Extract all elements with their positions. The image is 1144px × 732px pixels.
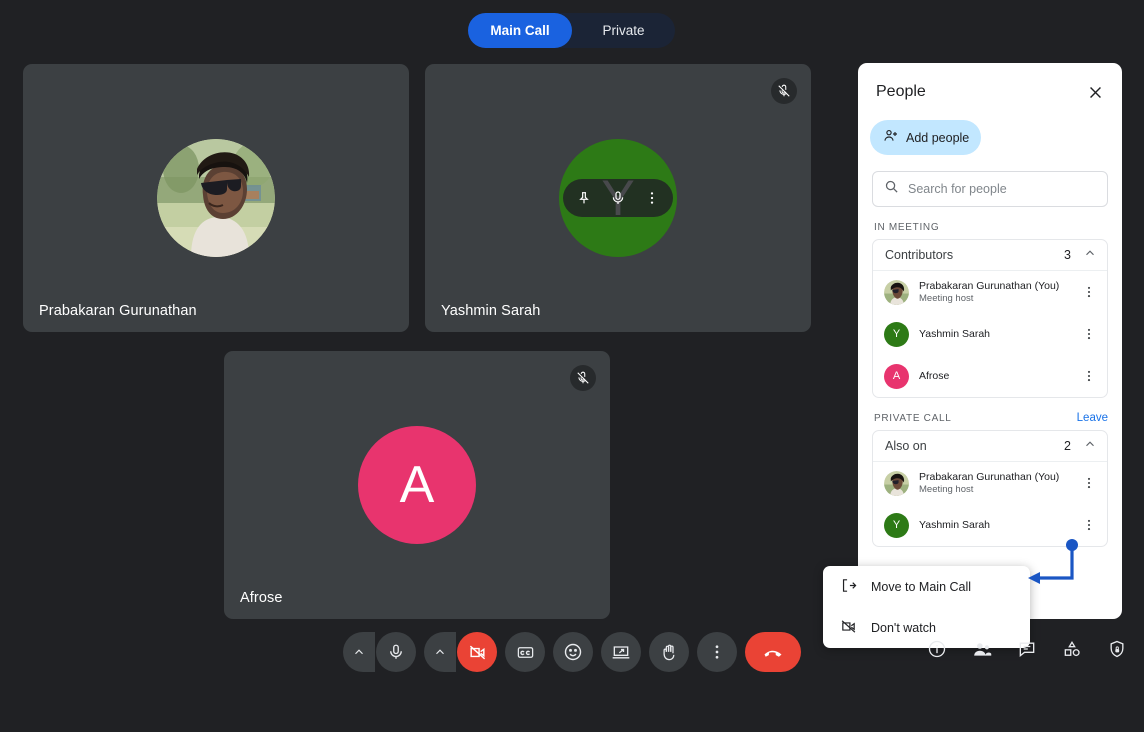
- pin-icon[interactable]: [567, 181, 601, 215]
- more-vert-icon[interactable]: [1079, 471, 1099, 495]
- private-call-header: PRIVATE CALL Leave: [874, 412, 1108, 424]
- add-people-label: Add people: [906, 130, 970, 145]
- avatar-initial: A: [892, 370, 901, 382]
- meeting-screen: Main Call Private Prabakaran Gurunathan …: [0, 0, 1144, 732]
- avatar: Y: [884, 512, 909, 538]
- chevron-up-icon[interactable]: [1083, 246, 1097, 265]
- panel-header: People: [858, 63, 1122, 103]
- chevron-up-icon[interactable]: [1083, 437, 1097, 456]
- person-name: Yashmin Sarah: [919, 519, 991, 531]
- more-vert-icon[interactable]: [1079, 322, 1099, 346]
- list-item[interactable]: Y Yashmin Sarah: [873, 504, 1107, 546]
- microphone-group: [343, 632, 416, 672]
- avatar: [884, 279, 909, 305]
- present-screen-button[interactable]: [601, 632, 641, 672]
- microphone-toggle-button[interactable]: [376, 632, 416, 672]
- list-item-text: Afrose: [919, 370, 1079, 382]
- group-label: Contributors: [885, 248, 954, 262]
- more-vert-icon[interactable]: [1079, 280, 1099, 304]
- group-count: 2: [1064, 439, 1071, 453]
- people-panel: People Add people Search for people IN M…: [858, 63, 1122, 619]
- person-name: Afrose: [919, 370, 950, 382]
- person-name: Yashmin Sarah: [919, 328, 991, 340]
- contributors-group-header[interactable]: Contributors 3: [873, 240, 1107, 271]
- tile-hover-toolbar[interactable]: [563, 179, 673, 217]
- add-people-button[interactable]: Add people: [870, 120, 981, 155]
- in-meeting-label: IN MEETING: [874, 222, 940, 233]
- avatar: [157, 139, 275, 257]
- list-item[interactable]: Prabakaran Gurunathan (You) Meeting host: [873, 271, 1107, 313]
- chat-icon[interactable]: [1014, 636, 1040, 662]
- list-item-text: Prabakaran Gurunathan (You) Meeting host: [919, 471, 1079, 495]
- also-on-group: Also on 2 Prabakaran Gurunathan (You) Me…: [872, 430, 1108, 547]
- video-tile-prabakaran[interactable]: Prabakaran Gurunathan: [23, 64, 409, 332]
- tile-name: Afrose: [240, 590, 283, 606]
- search-input[interactable]: [908, 182, 1096, 196]
- avatar-initial: Y: [892, 328, 901, 340]
- list-item-text: Prabakaran Gurunathan (You) Meeting host: [919, 280, 1079, 304]
- captions-button[interactable]: [505, 632, 545, 672]
- camera-group: [424, 632, 497, 672]
- person-add-icon: [883, 128, 899, 147]
- search-icon: [884, 179, 899, 199]
- avatar: A: [358, 426, 476, 544]
- private-call-label: PRIVATE CALL: [874, 412, 952, 424]
- list-item-text: Yashmin Sarah: [919, 328, 1079, 340]
- more-vert-icon[interactable]: [1079, 364, 1099, 388]
- people-icon[interactable]: [969, 636, 995, 662]
- more-vert-icon[interactable]: [1079, 513, 1099, 537]
- tab-main-call[interactable]: Main Call: [468, 13, 572, 48]
- tile-name: Yashmin Sarah: [441, 303, 541, 319]
- move-out-icon: [840, 577, 857, 597]
- also-on-group-header[interactable]: Also on 2: [873, 431, 1107, 462]
- person-name: Prabakaran Gurunathan (You): [919, 471, 1060, 483]
- muted-badge: [771, 78, 797, 104]
- avatar: Y: [884, 321, 909, 347]
- list-item[interactable]: Y Yashmin Sarah: [873, 313, 1107, 355]
- camera-toggle-button[interactable]: [457, 632, 497, 672]
- avatar-initial: A: [399, 456, 435, 514]
- list-item-text: Yashmin Sarah: [919, 519, 1079, 531]
- person-role: Meeting host: [919, 293, 974, 304]
- info-icon[interactable]: [924, 636, 950, 662]
- person-role: Meeting host: [919, 484, 974, 495]
- page-title: People: [876, 83, 926, 100]
- video-tile-yashmin[interactable]: Yashmin Sarah: [425, 64, 811, 332]
- shield-lock-icon[interactable]: [1104, 636, 1130, 662]
- panel-toggle-bar: [924, 636, 1130, 662]
- close-icon[interactable]: [1084, 81, 1106, 103]
- avatar: A: [884, 363, 909, 389]
- menu-item-move-to-main-call[interactable]: Move to Main Call: [823, 566, 1030, 607]
- menu-item-label: Move to Main Call: [871, 579, 972, 594]
- shapes-icon[interactable]: [1059, 636, 1085, 662]
- camera-options-button[interactable]: [424, 632, 456, 672]
- search-box[interactable]: [872, 171, 1108, 207]
- more-vert-icon[interactable]: [635, 181, 669, 215]
- muted-badge: [570, 365, 596, 391]
- raise-hand-button[interactable]: [649, 632, 689, 672]
- reactions-button[interactable]: [553, 632, 593, 672]
- leave-private-call-button[interactable]: Leave: [1077, 412, 1108, 424]
- tab-private[interactable]: Private: [572, 13, 675, 48]
- microphone-options-button[interactable]: [343, 632, 375, 672]
- list-item[interactable]: A Afrose: [873, 355, 1107, 397]
- call-mode-toggle[interactable]: Main Call Private: [468, 13, 675, 48]
- microphone-icon[interactable]: [601, 181, 635, 215]
- person-name: Prabakaran Gurunathan (You): [919, 280, 1060, 292]
- video-tile-afrose[interactable]: A Afrose: [224, 351, 610, 619]
- avatar: [884, 470, 909, 496]
- avatar-initial: Y: [892, 519, 901, 531]
- group-count: 3: [1064, 248, 1071, 262]
- contributors-group: Contributors 3 Prabakaran Gurunathan (Yo…: [872, 239, 1108, 398]
- group-label: Also on: [885, 439, 927, 453]
- list-item[interactable]: Prabakaran Gurunathan (You) Meeting host: [873, 462, 1107, 504]
- tile-name: Prabakaran Gurunathan: [39, 303, 197, 319]
- more-options-button[interactable]: [697, 632, 737, 672]
- end-call-button[interactable]: [745, 632, 801, 672]
